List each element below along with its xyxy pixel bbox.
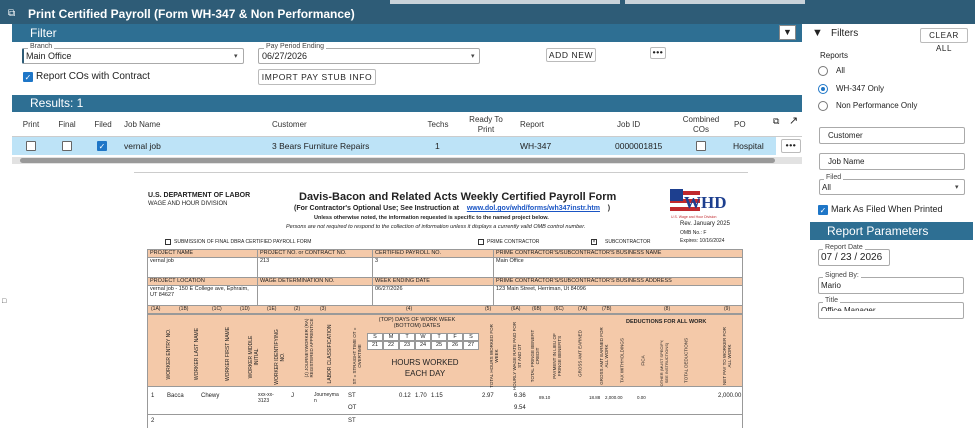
form-subtitle: (For Contractor's Optional Use; See Inst…: [294, 205, 611, 212]
col-job-name[interactable]: Job Name: [124, 114, 184, 136]
report-date-value: 07 / 23 / 2026: [821, 252, 883, 263]
final-checkbox[interactable]: [62, 141, 72, 151]
cell-po: Hospital: [733, 141, 764, 151]
branch-label: Branch: [28, 43, 55, 50]
branch-value: Main Office: [26, 51, 72, 61]
form-dept: U.S. DEPARTMENT OF LABOR: [148, 192, 251, 199]
chevron-down-icon: ▾: [471, 53, 475, 60]
radio-wh347-label: WH-347 Only: [836, 84, 885, 93]
sub-label: SUBCONTRACTOR: [605, 239, 651, 245]
col-final[interactable]: Final: [52, 114, 82, 136]
more-options-button[interactable]: •••: [650, 47, 666, 59]
signed-by-value: Mario: [821, 281, 842, 290]
job-name-input[interactable]: Job Name: [819, 153, 965, 170]
col-report[interactable]: Report: [520, 114, 560, 136]
form-expires: Expires: 10/16/2024: [680, 238, 725, 244]
export-icon[interactable]: ↗: [789, 114, 798, 127]
col-job-id[interactable]: Job ID: [617, 114, 657, 136]
col-ready[interactable]: Ready To Print: [462, 114, 510, 136]
final-submission-box: [165, 239, 171, 245]
whd-logo: WHD U.S. Wage and Hour Division: [670, 189, 746, 219]
prime-box: [478, 239, 484, 245]
final-submission-label: SUBMISSION OF FINAL DBRA CERTIFIED PAYRO…: [174, 239, 312, 245]
title-value: Office Manager: [821, 306, 876, 311]
radio-wh347[interactable]: [818, 84, 828, 94]
clear-all-button[interactable]: CLEAR ALL: [920, 28, 968, 53]
reports-label: Reports: [820, 51, 849, 60]
form-rev: Rev. January 2025: [680, 221, 730, 227]
import-pay-stub-button[interactable]: IMPORT PAY STUB INFO: [258, 69, 376, 85]
mark-filed-checkbox[interactable]: ✓: [818, 205, 828, 215]
col-print[interactable]: Print: [14, 114, 48, 136]
cell-report: WH-347: [520, 141, 552, 151]
mark-filed-label: Mark As Filed When Printed: [831, 204, 943, 214]
col-customer[interactable]: Customer: [272, 114, 332, 136]
customer-input[interactable]: Customer: [819, 127, 965, 144]
days-row: SMTWTFS: [367, 333, 479, 341]
report-date-label: Report Date: [823, 244, 865, 251]
payroll-form-preview: U.S. DEPARTMENT OF LABOR WAGE AND HOUR D…: [134, 172, 748, 428]
row2-line: [147, 415, 743, 428]
chevron-down-icon: ▾: [955, 184, 959, 191]
filter-toggle-button[interactable]: ▼: [779, 25, 796, 40]
instructions-link[interactable]: www.dol.gov/whd/forms/wh347instr.htm: [467, 205, 600, 212]
form-line2: Unless otherwise noted, the information …: [314, 215, 549, 221]
radio-all[interactable]: [818, 66, 828, 76]
add-new-button[interactable]: ADD NEW: [546, 48, 596, 62]
column-number-band: [147, 305, 743, 314]
radio-non-performance-label: Non Performance Only: [836, 101, 918, 110]
cell-customer: 3 Bears Furniture Repairs: [272, 141, 370, 151]
hours-header: HOURS WORKED EACH DAY: [391, 358, 459, 378]
filed-select[interactable]: [819, 179, 965, 195]
chevron-down-icon: ▾: [234, 53, 238, 60]
filed-label: Filed: [824, 174, 844, 181]
col-techs[interactable]: Techs: [420, 114, 456, 136]
pay-period-label: Pay Period Ending: [264, 43, 326, 50]
combined-checkbox[interactable]: [696, 141, 706, 151]
deductions-header: DEDUCTIONS FOR ALL WORK: [626, 319, 707, 325]
form-title: Davis-Bacon and Related Acts Weekly Cert…: [299, 191, 617, 203]
report-params-header: Report Parameters: [810, 222, 973, 240]
signed-by-label: Signed By:: [823, 272, 861, 279]
form-omb: OMB No.: F: [680, 230, 707, 236]
filter-header: Filter: [12, 24, 802, 42]
funnel-icon: ▼: [812, 27, 823, 39]
resize-handle-icon[interactable]: □: [2, 298, 6, 305]
title-label: Title: [823, 297, 840, 304]
funnel-icon: ▼: [783, 27, 792, 37]
prime-label: PRIME CONTRACTOR: [487, 239, 540, 245]
results-header: Results: 1: [12, 95, 802, 112]
dates-row: 21 22 23 24 25 26 27: [367, 341, 479, 350]
form-line3: Persons are not required to respond to t…: [286, 224, 586, 230]
filed-value: All: [822, 183, 831, 192]
sub-box: ×: [591, 239, 597, 245]
form-division: WAGE AND HOUR DIVISION: [148, 201, 228, 207]
scrollbar-thumb[interactable]: [20, 158, 775, 163]
cell-job-name: vernal job: [124, 141, 161, 151]
col-combined[interactable]: Combined COs: [676, 114, 726, 136]
cell-techs: 1: [435, 141, 440, 151]
col-filed[interactable]: Filed: [88, 114, 118, 136]
project-info-table: PROJECT NAME PROJECT NO. or CONTRACT NO. C…: [147, 249, 743, 306]
window-title: Print Certified Payroll (Form WH-347 & N…: [0, 4, 975, 24]
col-po[interactable]: PO: [734, 114, 754, 136]
filed-checkbox[interactable]: ✓: [97, 141, 107, 151]
report-cos-checkbox[interactable]: ✓: [23, 72, 33, 82]
filters-title: Filters: [831, 28, 859, 39]
pay-period-value: 06/27/2026: [262, 51, 308, 61]
days-header: (TOP) DAYS OF WORK WEEK (BOTTOM) DATES: [378, 317, 456, 329]
print-checkbox[interactable]: [26, 141, 36, 151]
cell-job-id: 0000001815: [615, 141, 663, 151]
worker-row: [147, 387, 743, 415]
row-menu-button[interactable]: •••: [781, 139, 801, 153]
radio-non-performance[interactable]: [818, 101, 828, 111]
copy-icon[interactable]: ⧉: [773, 116, 779, 127]
report-cos-label: Report COs with Contract: [36, 71, 150, 82]
window-icon: ⧉: [8, 8, 16, 19]
radio-all-label: All: [836, 66, 845, 75]
